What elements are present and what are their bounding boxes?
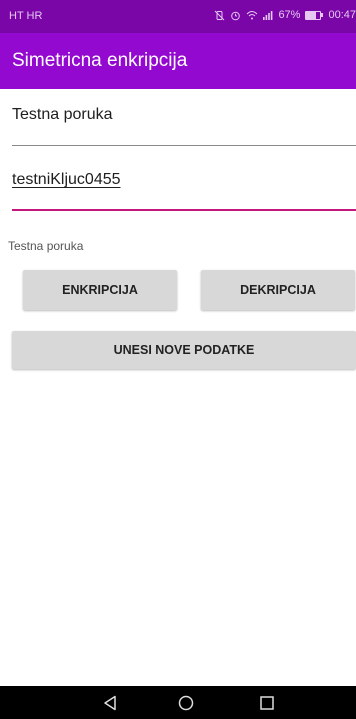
decrypt-button[interactable]: DEKRIPCIJA (201, 270, 355, 310)
key-input-value: testniKljuc0455 (12, 171, 121, 188)
carrier-name: HT HR (9, 10, 43, 22)
key-input-underline (12, 209, 356, 211)
alarm-icon (230, 10, 241, 21)
status-bar: HT HR 67% 00:47 (0, 0, 356, 33)
result-text: Testna poruka (8, 239, 84, 253)
message-input-underline (12, 145, 356, 146)
signal-icon (263, 10, 273, 20)
app-bar: Simetricna enkripcija (0, 33, 356, 89)
wifi-icon (246, 10, 258, 20)
clock: 00:47 (328, 9, 356, 21)
encrypt-button[interactable]: ENKRIPCIJA (23, 270, 177, 310)
home-icon[interactable] (177, 694, 195, 712)
mute-vibrate-icon (214, 10, 225, 21)
recents-icon[interactable] (258, 694, 276, 712)
navigation-bar (0, 686, 356, 719)
battery-icon (305, 10, 324, 20)
key-input[interactable]: testniKljuc0455 (12, 171, 356, 211)
new-data-button[interactable]: UNESI NOVE PODATKE (12, 331, 356, 369)
back-icon[interactable] (101, 694, 119, 712)
battery-percent: 67% (278, 9, 301, 21)
status-icons: 67% 00:47 (214, 9, 356, 21)
app-title: Simetricna enkripcija (12, 50, 188, 71)
message-input-value: Testna poruka (12, 106, 113, 123)
message-input[interactable]: Testna poruka (12, 106, 356, 146)
